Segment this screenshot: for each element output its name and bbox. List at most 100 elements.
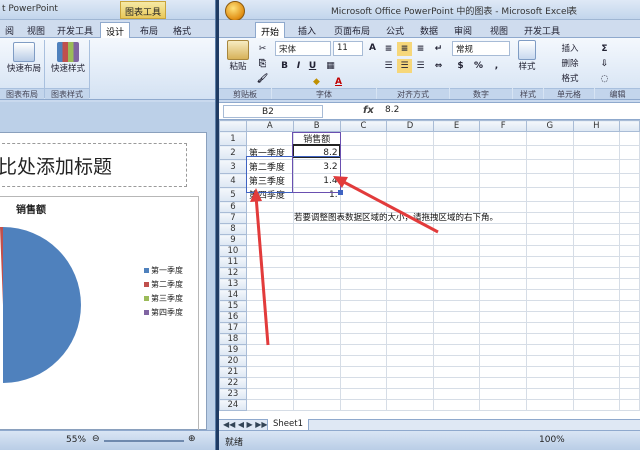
delete-cells-button[interactable]: 删除 [549, 57, 591, 71]
cell[interactable] [292, 344, 341, 356]
cell[interactable] [619, 173, 640, 188]
cell[interactable] [525, 355, 574, 367]
cell[interactable] [432, 223, 481, 235]
align-top-icon[interactable]: ≡ [381, 42, 396, 56]
tab-page-layout[interactable]: 页面布局 [329, 22, 375, 38]
grow-font-icon[interactable]: A [365, 41, 380, 55]
cell[interactable] [572, 377, 621, 389]
row-header[interactable]: 24 [219, 399, 247, 411]
cell[interactable] [525, 245, 574, 257]
cell[interactable] [572, 131, 621, 146]
comma-icon[interactable]: , [489, 59, 504, 73]
cell[interactable] [432, 173, 481, 188]
cell[interactable] [339, 289, 388, 301]
cell[interactable] [386, 322, 434, 334]
cell[interactable] [572, 399, 621, 411]
tab-design[interactable]: 设计 [100, 22, 131, 38]
column-header[interactable] [619, 120, 640, 132]
column-header[interactable]: A [245, 120, 294, 132]
cell[interactable] [339, 187, 388, 202]
tab-developer[interactable]: 开发工具 [52, 22, 98, 38]
cell[interactable] [479, 289, 527, 301]
row-header[interactable]: 3 [219, 159, 247, 174]
bold-icon[interactable]: B [277, 59, 292, 73]
cell[interactable] [432, 344, 481, 356]
row-header[interactable]: 12 [219, 267, 247, 279]
cell[interactable] [292, 388, 341, 400]
cell[interactable] [292, 289, 341, 301]
cell[interactable] [432, 377, 481, 389]
cell[interactable] [525, 344, 574, 356]
cell[interactable] [479, 245, 527, 257]
row-header[interactable]: 17 [219, 322, 247, 334]
cell[interactable] [386, 399, 434, 411]
cell[interactable] [432, 234, 481, 246]
align-middle-icon[interactable]: ≡ [397, 42, 412, 56]
cell[interactable] [619, 187, 640, 202]
cell[interactable] [292, 267, 341, 279]
cell[interactable] [619, 388, 640, 400]
cell[interactable] [479, 399, 527, 411]
cell[interactable] [572, 388, 621, 400]
cell[interactable] [432, 399, 481, 411]
cell[interactable] [525, 388, 574, 400]
cell[interactable] [572, 322, 621, 334]
cell[interactable] [292, 234, 341, 246]
cell[interactable] [572, 159, 621, 174]
cell[interactable] [386, 289, 434, 301]
cell[interactable] [386, 366, 434, 378]
cell[interactable] [572, 311, 621, 323]
tab-review-xl[interactable]: 审阅 [449, 22, 477, 38]
row-header[interactable]: 19 [219, 344, 247, 356]
cell[interactable] [339, 311, 388, 323]
pie-chart[interactable] [0, 217, 138, 417]
cell[interactable] [525, 223, 574, 235]
cell[interactable] [245, 377, 294, 389]
tab-review[interactable]: 阅 [0, 22, 19, 38]
row-header[interactable]: 1 [219, 131, 247, 146]
cell[interactable] [525, 173, 574, 188]
tab-view[interactable]: 视图 [22, 22, 50, 38]
cell[interactable] [619, 399, 640, 411]
cell[interactable] [525, 187, 574, 202]
cell[interactable] [292, 355, 341, 367]
column-header[interactable]: H [572, 120, 621, 132]
cell[interactable] [479, 278, 527, 290]
office-button-icon[interactable] [225, 1, 245, 21]
cell[interactable] [386, 256, 434, 268]
column-header[interactable]: B [292, 120, 341, 132]
cell[interactable] [619, 278, 640, 290]
cell[interactable] [525, 366, 574, 378]
cell[interactable] [572, 201, 621, 213]
cell[interactable] [386, 333, 434, 345]
select-all-corner[interactable] [219, 120, 247, 132]
cell[interactable] [339, 377, 388, 389]
cell[interactable] [245, 278, 294, 290]
cell[interactable] [245, 322, 294, 334]
cell[interactable] [619, 234, 640, 246]
cell[interactable] [619, 311, 640, 323]
cell[interactable] [525, 377, 574, 389]
excel-zoom-level[interactable]: 100% [539, 435, 565, 445]
cell[interactable] [432, 300, 481, 312]
column-header[interactable]: D [386, 120, 434, 132]
quick-layout-button[interactable]: 快速布局 [4, 42, 44, 75]
cell[interactable] [292, 366, 341, 378]
cell[interactable] [245, 289, 294, 301]
number-format-select[interactable]: 常规 [452, 41, 510, 56]
cell[interactable] [339, 234, 388, 246]
tab-insert[interactable]: 插入 [293, 22, 321, 38]
tab-formulas[interactable]: 公式 [381, 22, 409, 38]
cell[interactable] [292, 300, 341, 312]
cell[interactable] [245, 201, 294, 213]
cell[interactable] [292, 278, 341, 290]
align-bottom-icon[interactable]: ≡ [413, 42, 428, 56]
cell[interactable] [619, 212, 640, 224]
tab-data[interactable]: 数据 [415, 22, 443, 38]
cell[interactable] [432, 159, 481, 174]
row-header[interactable]: 11 [219, 256, 247, 268]
cell[interactable] [619, 322, 640, 334]
format-cells-button[interactable]: 格式 [549, 72, 591, 86]
cell[interactable] [292, 223, 341, 235]
cell[interactable] [525, 399, 574, 411]
